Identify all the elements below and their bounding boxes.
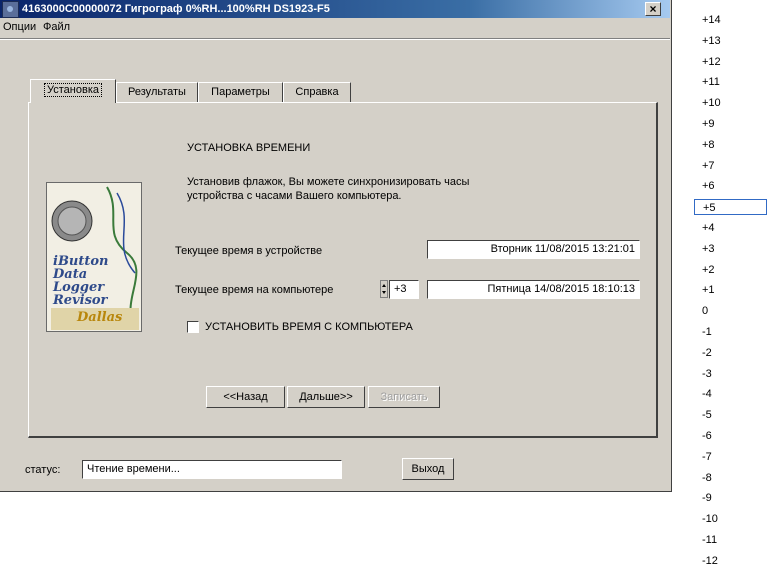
device-time-field: Вторник 11/08/2015 13:21:01: [427, 240, 640, 259]
description-line-1: Установив флажок, Вы можете синхронизиро…: [187, 176, 470, 188]
offset-list-item[interactable]: +3: [702, 241, 715, 257]
offset-list-item[interactable]: +14: [702, 12, 721, 28]
close-button[interactable]: ×: [645, 2, 661, 16]
device-time-label: Текущее время в устройстве: [175, 245, 323, 257]
logo-text: iButton Data Logger Revisor Dallas: [53, 254, 123, 325]
status-label: статус:: [25, 464, 61, 476]
offset-list-item[interactable]: +4: [702, 220, 715, 236]
menu-options[interactable]: Опции: [3, 18, 36, 36]
tab-help[interactable]: Справка: [283, 82, 351, 102]
offset-list-item[interactable]: +9: [702, 116, 715, 132]
offset-spinner[interactable]: [380, 280, 388, 298]
offset-list-item[interactable]: -12: [702, 553, 718, 565]
title-bar[interactable]: 4163000C00000072 Гигрограф 0%RH...100%RH…: [0, 0, 670, 18]
tab-setup[interactable]: Установка: [30, 79, 116, 103]
offset-list-item[interactable]: -2: [702, 345, 712, 361]
offset-list-item[interactable]: +1: [702, 282, 715, 298]
offset-list-item[interactable]: +8: [702, 137, 715, 153]
offset-list-item[interactable]: +2: [702, 262, 715, 278]
menu-bar: Опции Файл: [0, 18, 670, 36]
tab-results[interactable]: Результаты: [116, 82, 198, 102]
offset-list-item[interactable]: +5: [694, 199, 767, 216]
offset-list-item[interactable]: +6: [702, 178, 715, 194]
menu-file[interactable]: Файл: [43, 18, 70, 36]
next-button[interactable]: Дальше>>: [287, 386, 365, 408]
offset-list-item[interactable]: +13: [702, 33, 721, 49]
back-button[interactable]: <<Назад: [206, 386, 285, 408]
main-window: 4163000C00000072 Гигрограф 0%RH...100%RH…: [0, 0, 672, 492]
offset-list-item[interactable]: -9: [702, 490, 712, 506]
ibutton-logo: iButton Data Logger Revisor Dallas: [46, 182, 142, 332]
offset-list-item[interactable]: +7: [702, 158, 715, 174]
sync-time-label[interactable]: УСТАНОВИТЬ ВРЕМЯ С КОМПЬЮТЕРА: [205, 321, 413, 333]
offset-field[interactable]: +3: [389, 280, 419, 299]
pc-time-label: Текущее время на компьютере: [175, 284, 334, 296]
offset-list-item[interactable]: +10: [702, 95, 721, 111]
offset-list-item[interactable]: -7: [702, 449, 712, 465]
status-field: Чтение времени...: [82, 460, 342, 479]
offset-list-item[interactable]: -6: [702, 428, 712, 444]
sync-time-checkbox[interactable]: [187, 321, 199, 333]
offset-list-item[interactable]: -3: [702, 366, 712, 382]
tab-parameters[interactable]: Параметры: [198, 82, 283, 102]
page-title: УСТАНОВКА ВРЕМЕНИ: [187, 142, 311, 154]
offset-list-item[interactable]: -10: [702, 511, 718, 527]
window-title: 4163000C00000072 Гигрограф 0%RH...100%RH…: [22, 3, 330, 15]
offset-list-item[interactable]: +12: [702, 54, 721, 70]
description-line-2: устройства с часами Вашего компьютера.: [187, 190, 402, 202]
pc-time-field: Пятница 14/08/2015 18:10:13: [427, 280, 640, 299]
offset-list-item[interactable]: -11: [702, 532, 717, 548]
offset-list[interactable]: +14 +13 +12 +11 +10 +9 +8 +7 +6 +5 +4 +3 +2 +1 0 -1 -2 -3…: [694, 0, 767, 565]
app-icon: [2, 1, 19, 18]
offset-list-item[interactable]: -4: [702, 386, 712, 402]
offset-list-item[interactable]: +11: [702, 74, 720, 90]
write-button: Записать: [368, 386, 440, 408]
offset-list-item[interactable]: -5: [702, 407, 712, 423]
menu-divider: [0, 38, 670, 40]
offset-list-item[interactable]: 0: [702, 303, 708, 319]
exit-button[interactable]: Выход: [402, 458, 454, 480]
offset-list-item[interactable]: -8: [702, 470, 712, 486]
offset-list-item[interactable]: -1: [702, 324, 712, 340]
